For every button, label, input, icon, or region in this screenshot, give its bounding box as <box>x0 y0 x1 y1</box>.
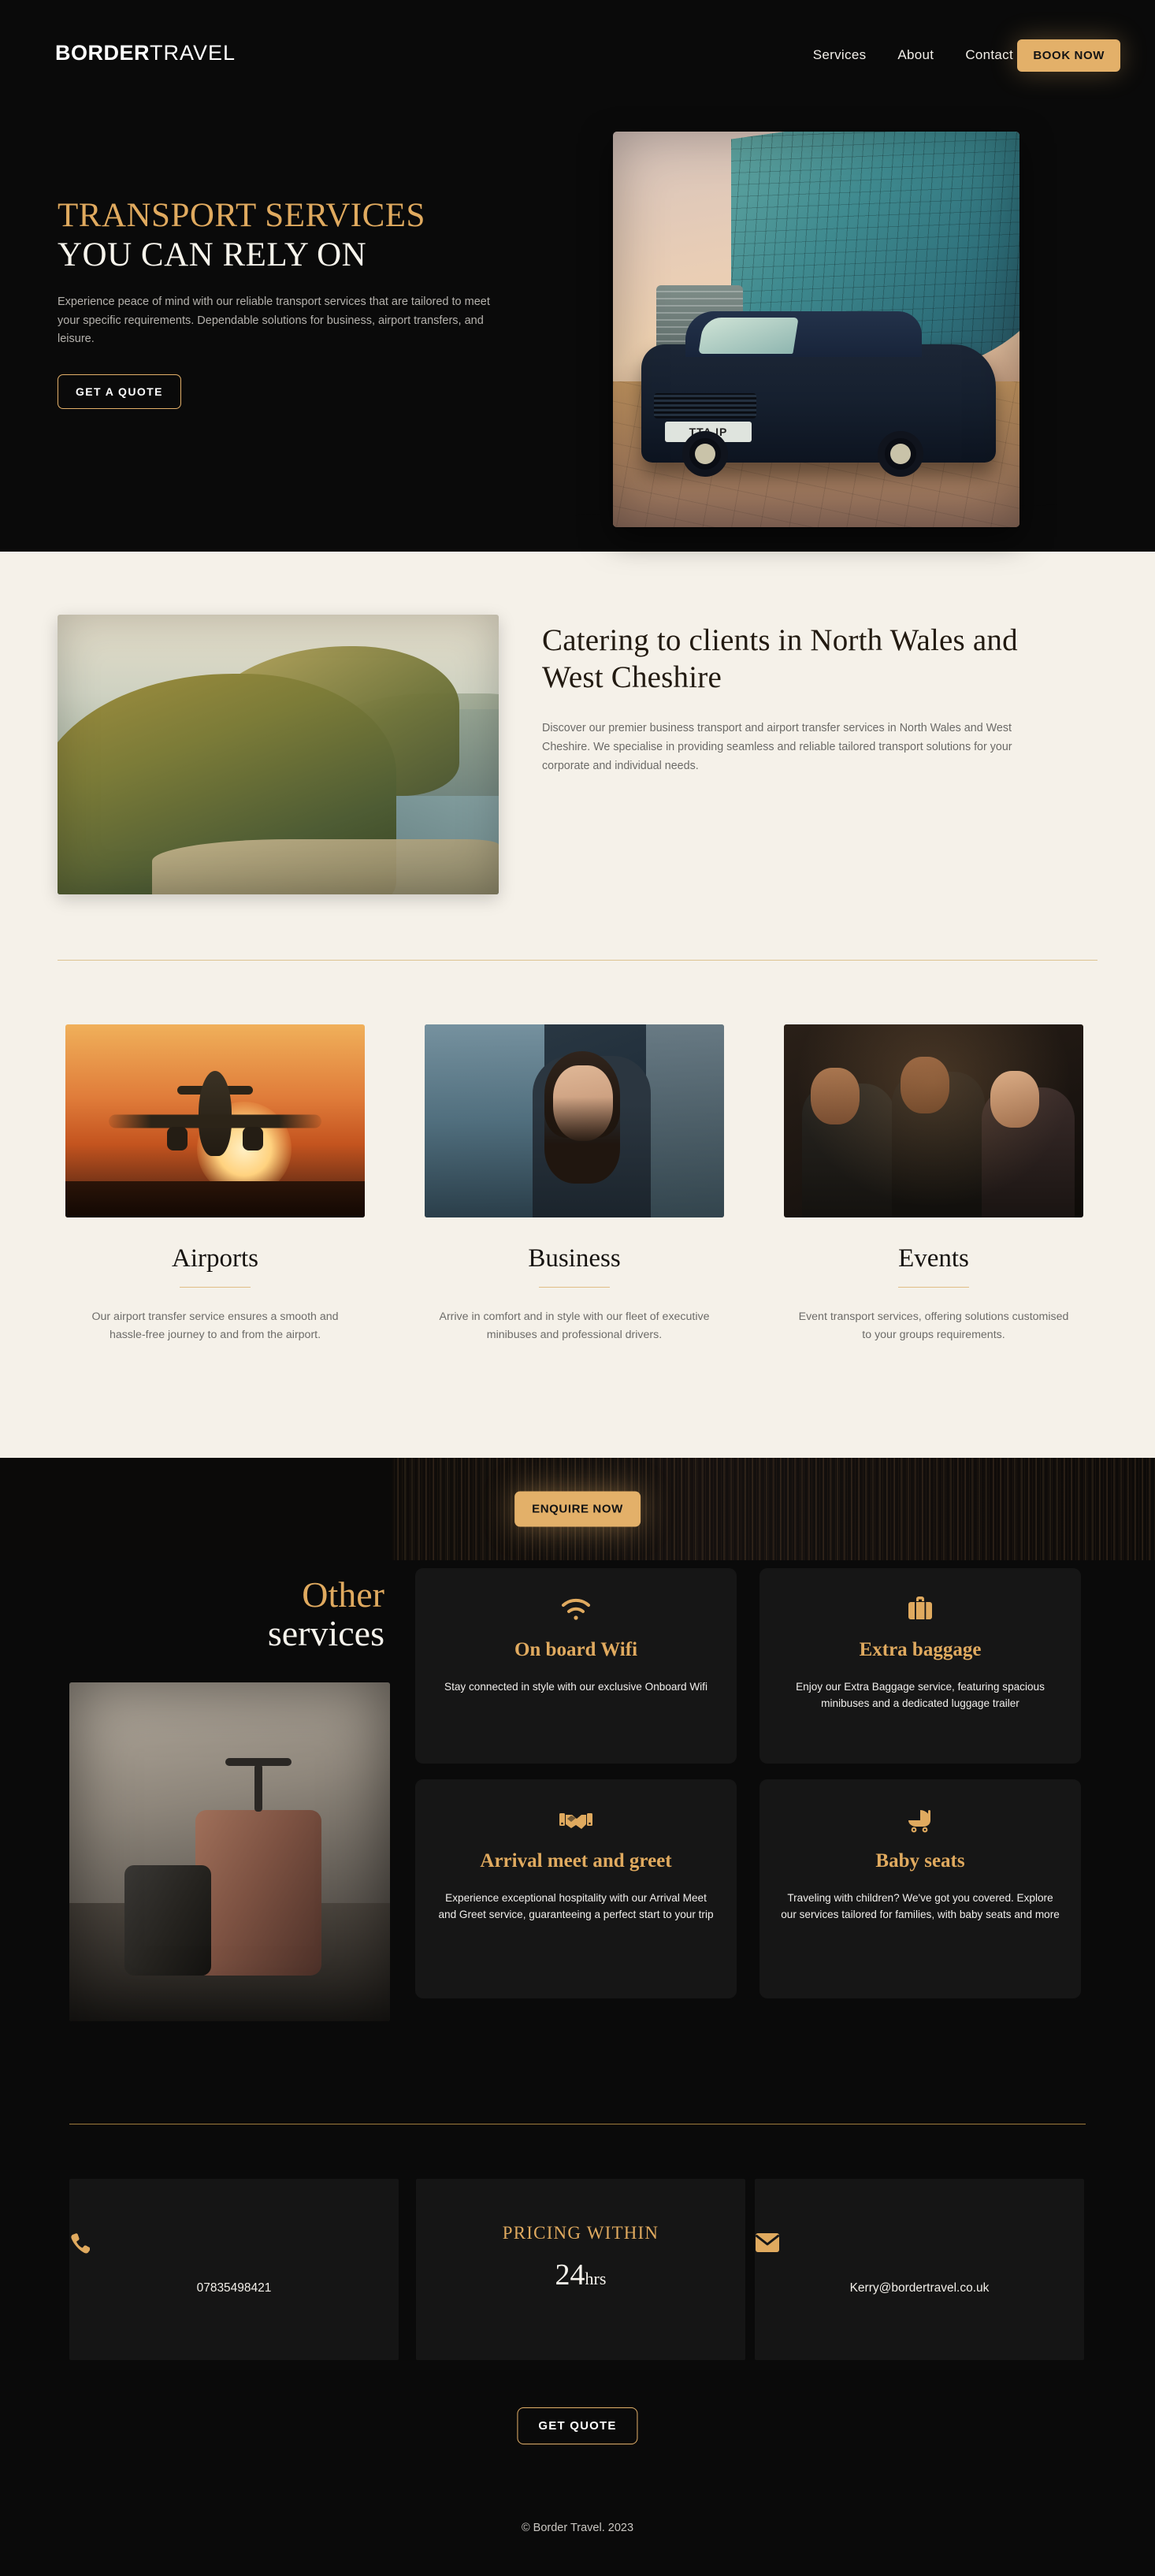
hero-paragraph: Experience peace of mind with our reliab… <box>58 296 490 346</box>
other-card-meet-and-greet[interactable]: Arrival meet and greet Experience except… <box>415 1779 737 1998</box>
service-card-events[interactable]: Events Event transport services, offerin… <box>784 1024 1083 1344</box>
wifi-icon <box>436 1592 716 1626</box>
airport-image-ground <box>65 1181 365 1217</box>
business-image-window-left <box>425 1024 544 1217</box>
airport-image-plane-wing <box>109 1114 321 1128</box>
other-card-baby-seats[interactable]: Baby seats Traveling with children? We'v… <box>759 1779 1081 1998</box>
landing-page: TTA IP BORDERTRAVEL Services About Conta… <box>0 0 1155 2576</box>
events-image-glow <box>784 1024 1083 1217</box>
airport-image-engine-right <box>242 1126 263 1150</box>
logo-light-part: TRAVEL <box>150 41 236 65</box>
catering-section: Catering to clients in North Wales and W… <box>0 599 1155 930</box>
service-card-business[interactable]: Business Arrive in comfort and in style … <box>425 1024 724 1344</box>
business-image-window-right <box>646 1024 724 1217</box>
other-card-text-baggage: Enjoy our Extra Baggage service, featuri… <box>796 1681 1045 1710</box>
services-section: Airports Our airport transfer service en… <box>0 1024 1155 1466</box>
pricing-label: PRICING WITHIN <box>502 2223 659 2243</box>
hero-minibus-image: TTA IP <box>613 132 1019 527</box>
pricing-value: 24hrs <box>416 2258 745 2292</box>
envelope-icon <box>755 2232 1084 2253</box>
service-text-events: Event transport services, offering solut… <box>798 1310 1069 1341</box>
enquire-band: ENQUIRE NOW <box>0 1458 1155 1560</box>
service-image-events <box>784 1024 1083 1217</box>
nav-link-contact[interactable]: Contact <box>965 47 1013 63</box>
pricing-number: 24 <box>555 2258 585 2292</box>
service-card-airports[interactable]: Airports Our airport transfer service en… <box>65 1024 365 1344</box>
contact-phone-number[interactable]: 07835498421 <box>69 2281 399 2295</box>
catering-text-block: Catering to clients in North Wales and W… <box>542 623 1046 775</box>
other-card-title-meet-greet: Arrival meet and greet <box>480 1850 672 1872</box>
luggage-image-vignette <box>69 1682 390 2021</box>
enquire-now-button[interactable]: ENQUIRE NOW <box>514 1491 641 1527</box>
contact-card-email[interactable]: Kerry@bordertravel.co.uk <box>755 2179 1084 2360</box>
other-card-extra-baggage[interactable]: Extra baggage Enjoy our Extra Baggage se… <box>759 1568 1081 1764</box>
hero-content-wrapper: TTA IP BORDERTRAVEL Services About Conta… <box>0 0 1155 552</box>
nav-link-services[interactable]: Services <box>813 47 867 63</box>
luggage-image <box>69 1682 390 2021</box>
other-card-title-baggage: Extra baggage <box>859 1639 982 1660</box>
service-title-underline <box>180 1287 251 1288</box>
other-heading-line-1: Other <box>302 1574 384 1615</box>
airport-image-plane-body <box>199 1070 232 1156</box>
catering-coast-image <box>58 615 499 894</box>
contact-card-pricing: PRICING WITHIN 24hrs <box>416 2179 745 2360</box>
other-services-section: Other services On board Wifi Stay connec… <box>0 1560 1155 2112</box>
other-card-wifi[interactable]: On board Wifi Stay connected in style wi… <box>415 1568 737 1764</box>
other-card-title-baby-seats: Baby seats <box>875 1850 965 1872</box>
get-quote-button[interactable]: GET QUOTE <box>517 2407 638 2444</box>
section-divider-gold <box>58 960 1097 961</box>
catering-heading: Catering to clients in North Wales and W… <box>542 623 1018 694</box>
service-title-airports: Airports <box>172 1244 258 1273</box>
contact-card-phone[interactable]: 07835498421 <box>69 2179 399 2360</box>
top-navigation: BORDERTRAVEL Services About Contact BOOK… <box>0 0 1155 79</box>
other-card-text-wifi: Stay connected in style with our exclusi… <box>444 1681 707 1693</box>
get-a-quote-button[interactable]: GET A QUOTE <box>58 374 181 409</box>
hero-image-vignette <box>613 132 1019 527</box>
catering-paragraph: Discover our premier business transport … <box>542 721 1012 772</box>
other-services-heading: Other services <box>0 1574 394 1653</box>
nav-link-about[interactable]: About <box>897 47 934 63</box>
contact-email-address[interactable]: Kerry@bordertravel.co.uk <box>755 2281 1084 2295</box>
service-image-business <box>425 1024 724 1217</box>
contact-cards: 07835498421 PRICING WITHIN 24hrs Kerry@b… <box>0 2179 1155 2360</box>
copyright-text: © Border Travel. 2023 <box>521 2522 634 2534</box>
hero-headline-line-1: TRANSPORT SERVICES <box>58 197 425 234</box>
catering-image-vignette <box>58 615 499 894</box>
service-text-business: Arrive in comfort and in style with our … <box>439 1310 710 1341</box>
logo-bold-part: BORDER <box>55 41 150 65</box>
band-dim-overlay <box>0 1458 393 1560</box>
service-title-underline <box>898 1287 969 1288</box>
nav-links: Services About Contact <box>813 47 1013 63</box>
other-card-text-baby-seats: Traveling with children? We've got you c… <box>781 1892 1060 1921</box>
other-card-title-wifi: On board Wifi <box>514 1639 638 1660</box>
hero-headline-line-2: YOU CAN RELY ON <box>58 236 367 274</box>
handshake-icon <box>436 1803 716 1838</box>
business-image-person-hair-front <box>544 1097 620 1184</box>
other-heading-line-2: services <box>267 1612 384 1653</box>
service-text-airports: Our airport transfer service ensures a s… <box>91 1310 339 1341</box>
phone-icon <box>69 2232 399 2256</box>
stroller-icon <box>780 1803 1060 1838</box>
service-title-business: Business <box>528 1244 621 1273</box>
suitcase-icon <box>780 1592 1060 1626</box>
book-now-button[interactable]: BOOK NOW <box>1017 39 1120 72</box>
service-image-airports <box>65 1024 365 1217</box>
brand-logo[interactable]: BORDERTRAVEL <box>55 43 236 64</box>
service-title-events: Events <box>898 1244 969 1273</box>
pricing-unit: hrs <box>585 2269 607 2288</box>
hero-text-block: TRANSPORT SERVICES YOU CAN RELY ON Exper… <box>58 197 546 409</box>
airport-image-engine-left <box>167 1126 188 1150</box>
other-card-text-meet-greet: Experience exceptional hospitality with … <box>438 1892 714 1921</box>
service-title-underline <box>539 1287 610 1288</box>
